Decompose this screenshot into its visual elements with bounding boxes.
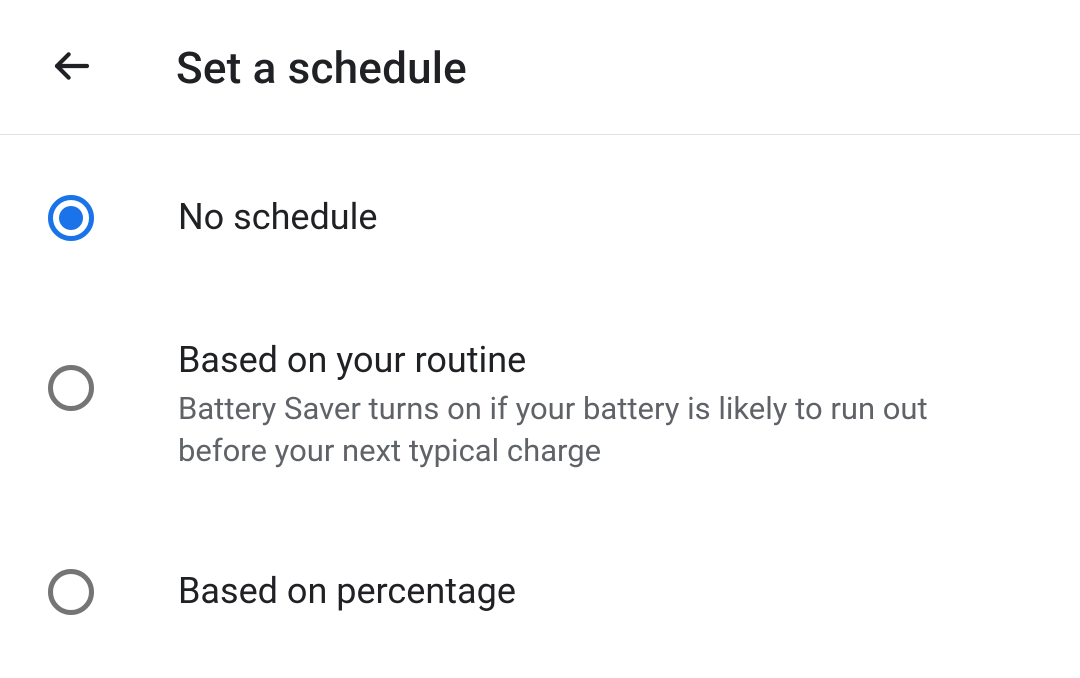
option-description: Battery Saver turns on if your battery i…: [178, 388, 992, 472]
option-text: Based on percentage: [178, 568, 1032, 615]
radio-selected-icon: [48, 195, 94, 241]
option-based-on-percentage[interactable]: Based on percentage: [0, 539, 1080, 643]
option-label: Based on percentage: [178, 568, 992, 615]
option-no-schedule[interactable]: No schedule: [0, 165, 1080, 269]
options-list: No schedule Based on your routine Batter…: [0, 135, 1080, 643]
option-text: Based on your routine Battery Saver turn…: [178, 337, 1032, 471]
option-based-on-routine[interactable]: Based on your routine Battery Saver turn…: [0, 309, 1080, 499]
radio-unselected-icon: [48, 365, 94, 411]
back-arrow-icon: [52, 46, 92, 90]
header: Set a schedule: [0, 0, 1080, 135]
option-label: Based on your routine: [178, 337, 992, 384]
back-button[interactable]: [48, 44, 96, 92]
page-title: Set a schedule: [176, 42, 467, 94]
option-text: No schedule: [178, 194, 1032, 241]
radio-unselected-icon: [48, 569, 94, 615]
option-label: No schedule: [178, 194, 992, 241]
